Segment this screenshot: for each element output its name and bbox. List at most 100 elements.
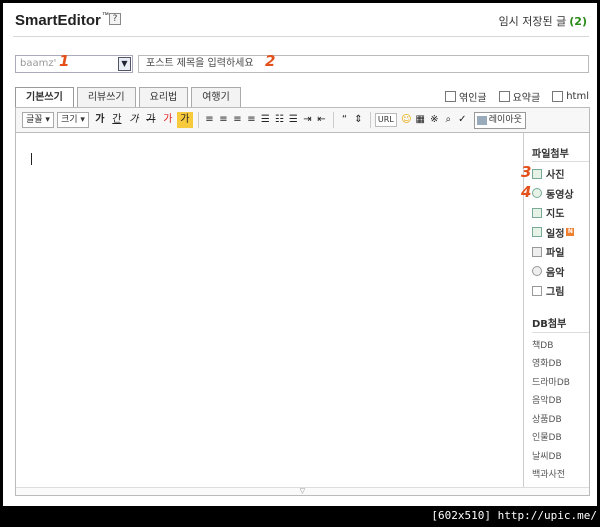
attach-music[interactable]: 음악: [532, 262, 589, 282]
logo-text: SmartEditor: [15, 12, 101, 29]
attach-file[interactable]: 파일: [532, 242, 589, 262]
trackback-label: 엮인글: [459, 93, 487, 104]
align-center-icon[interactable]: ≡: [217, 112, 230, 128]
tab-recipe[interactable]: 요리법: [138, 87, 189, 107]
tab-review[interactable]: 리뷰쓰기: [76, 87, 136, 107]
ordered-list-icon[interactable]: ☷: [273, 112, 286, 128]
editor-body[interactable]: 파일첨부 사진 동영상 지도 일정 N 파일 음악 그림 DB첨부 책DB 영화D…: [15, 132, 590, 496]
summary-checkbox[interactable]: [498, 91, 510, 102]
align-justify-icon[interactable]: ≡: [245, 112, 258, 128]
title-input[interactable]: 포스트 제목을 입력하세요: [138, 55, 589, 73]
attach-map-label: 지도: [546, 209, 565, 221]
toolbar-separator: [197, 112, 199, 128]
underline-button[interactable]: 간: [109, 112, 125, 128]
font-color-button[interactable]: 가: [160, 112, 176, 128]
attach-drawing-label: 그림: [546, 287, 565, 299]
annotation-1: 1: [59, 52, 70, 70]
smarteditor-logo: SmartEditor™: [15, 12, 109, 29]
db-attach-heading: DB첨부: [532, 311, 589, 333]
spellcheck-icon[interactable]: ✓: [456, 112, 469, 128]
outdent-icon[interactable]: ⇤: [315, 112, 328, 128]
calendar-icon: [532, 227, 542, 238]
emoticon-icon[interactable]: ☺: [400, 112, 413, 128]
search-icon[interactable]: ⌕: [442, 112, 455, 128]
bold-button[interactable]: 가: [92, 112, 108, 128]
align-left-icon[interactable]: ≡: [203, 112, 216, 128]
size-dropdown[interactable]: 크기 ▾: [56, 112, 89, 128]
db-item-product[interactable]: 상품DB: [532, 411, 589, 430]
annotation-2: 2: [265, 52, 276, 70]
db-item-movie[interactable]: 영화DB: [532, 355, 589, 374]
annotation-4: 4: [521, 183, 532, 201]
db-item-person[interactable]: 인물DB: [532, 429, 589, 448]
attach-map[interactable]: 지도: [532, 203, 589, 223]
summary-label: 요약글: [512, 93, 541, 104]
bullet-list-icon[interactable]: ☰: [287, 112, 300, 128]
toolbar-separator: [369, 112, 371, 128]
help-button[interactable]: ?: [109, 13, 121, 25]
post-options: 엮인글 요약글 html: [433, 89, 589, 104]
table-icon[interactable]: ▦: [414, 112, 427, 128]
db-item-drama[interactable]: 드라마DB: [532, 374, 589, 393]
annotation-3: 3: [521, 163, 532, 181]
trackback-option[interactable]: 엮인글: [445, 89, 487, 104]
indent-icon[interactable]: ⇥: [301, 112, 314, 128]
summary-option[interactable]: 요약글: [498, 89, 541, 104]
attach-music-label: 음악: [546, 267, 565, 279]
brush-icon: [532, 285, 542, 296]
highlight-button[interactable]: 가: [176, 112, 193, 128]
layout-icon: [476, 115, 487, 125]
font-dropdown[interactable]: 글꼴 ▾: [22, 112, 54, 128]
music-icon: [532, 266, 542, 277]
attach-photo-label: 사진: [546, 170, 565, 182]
attach-schedule[interactable]: 일정 N: [532, 223, 589, 243]
text-height-icon[interactable]: ⇕: [352, 112, 365, 128]
italic-button[interactable]: 가: [126, 112, 142, 128]
trackback-checkbox[interactable]: [445, 91, 456, 102]
db-list: 책DB 영화DB 드라마DB 음악DB 상품DB 인물DB 날씨DB 백과사전: [532, 337, 589, 485]
special-char-icon[interactable]: ※: [428, 112, 441, 128]
db-item-weather[interactable]: 날씨DB: [532, 448, 589, 467]
link-button[interactable]: URL: [374, 113, 397, 127]
line-height-icon[interactable]: ☰: [259, 112, 272, 128]
image-footer: [602x510] http://upic.me/: [431, 509, 597, 522]
layout-button[interactable]: 레이아웃: [473, 111, 526, 129]
db-item-music[interactable]: 음악DB: [532, 392, 589, 411]
category-value: baamz': [20, 58, 57, 69]
align-right-icon[interactable]: ≡: [231, 112, 244, 128]
quote-icon[interactable]: “: [338, 112, 351, 128]
logo-tm: ™: [101, 12, 109, 19]
file-icon: [532, 246, 542, 257]
header-divider: [13, 36, 589, 37]
attach-schedule-label: 일정: [546, 228, 565, 240]
html-checkbox[interactable]: [552, 91, 564, 102]
db-item-encyclopedia[interactable]: 백과사전: [532, 466, 589, 485]
map-icon: [532, 207, 542, 218]
editor-window: SmartEditor™ ? 임시 저장된 글 (2) baamz' ▼ 1 포스…: [3, 3, 597, 506]
resize-handle[interactable]: ▽: [16, 487, 589, 495]
chevron-down-icon[interactable]: ▼: [118, 57, 131, 71]
category-select[interactable]: baamz' ▼: [15, 55, 133, 73]
new-badge: N: [566, 228, 575, 237]
tab-travel[interactable]: 여행기: [191, 87, 241, 107]
saved-count: (2): [569, 15, 587, 28]
html-label: html: [566, 91, 589, 102]
attachment-sidebar: 파일첨부 사진 동영상 지도 일정 N 파일 음악 그림 DB첨부 책DB 영화D…: [523, 133, 589, 487]
photo-icon: [532, 168, 542, 179]
text-cursor: [31, 153, 32, 165]
title-placeholder: 포스트 제목을 입력하세요: [146, 58, 254, 69]
attach-video-label: 동영상: [546, 189, 574, 201]
tab-basic[interactable]: 기본쓰기: [15, 87, 74, 108]
saved-label: 임시 저장된 글: [498, 15, 567, 28]
saved-posts-link[interactable]: 임시 저장된 글 (2): [499, 13, 587, 29]
attach-drawing[interactable]: 그림: [532, 281, 589, 301]
toolbar-separator: [332, 112, 334, 128]
attach-photo[interactable]: 사진: [532, 164, 589, 184]
db-item-book[interactable]: 책DB: [532, 337, 589, 356]
editor-tabs: 기본쓰기 리뷰쓰기 요리법 여행기: [15, 87, 244, 108]
html-option[interactable]: html: [552, 89, 589, 104]
strike-button[interactable]: 가: [143, 112, 159, 128]
video-icon: [532, 188, 542, 199]
attach-video[interactable]: 동영상: [532, 184, 589, 204]
attach-file-label: 파일: [546, 248, 565, 260]
